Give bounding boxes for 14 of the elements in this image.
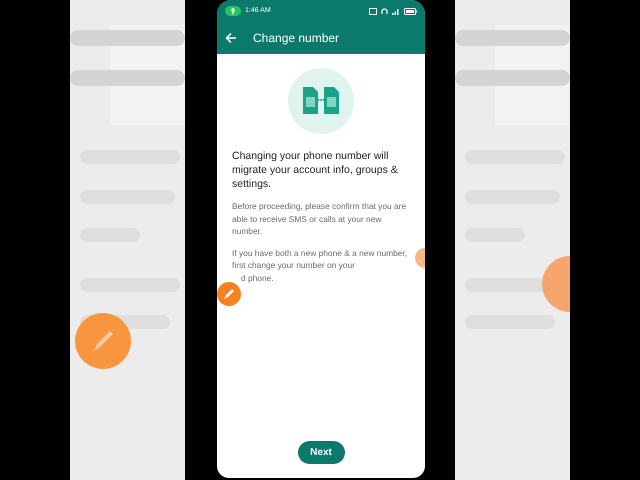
headphones-icon	[381, 8, 388, 14]
info-text: d phone.	[240, 272, 275, 284]
floating-button-edge-icon[interactable]	[415, 248, 425, 268]
sim-cards-icon	[288, 68, 354, 134]
battery-icon	[404, 8, 417, 14]
screen-title: Change number	[253, 30, 340, 47]
cast-icon	[369, 8, 377, 14]
heading-text: Changing your phone number will migrate your account info, groups & settings.	[232, 149, 399, 191]
signal-icon	[392, 8, 400, 14]
pencil-button[interactable]	[217, 282, 241, 306]
next-button[interactable]: Next	[298, 441, 344, 464]
info-paragraph: Before proceeding, please confirm that you are able to receive SMS or calls at your new number.	[232, 200, 408, 238]
microphone-icon	[225, 6, 241, 16]
back-arrow-icon[interactable]	[225, 32, 237, 44]
